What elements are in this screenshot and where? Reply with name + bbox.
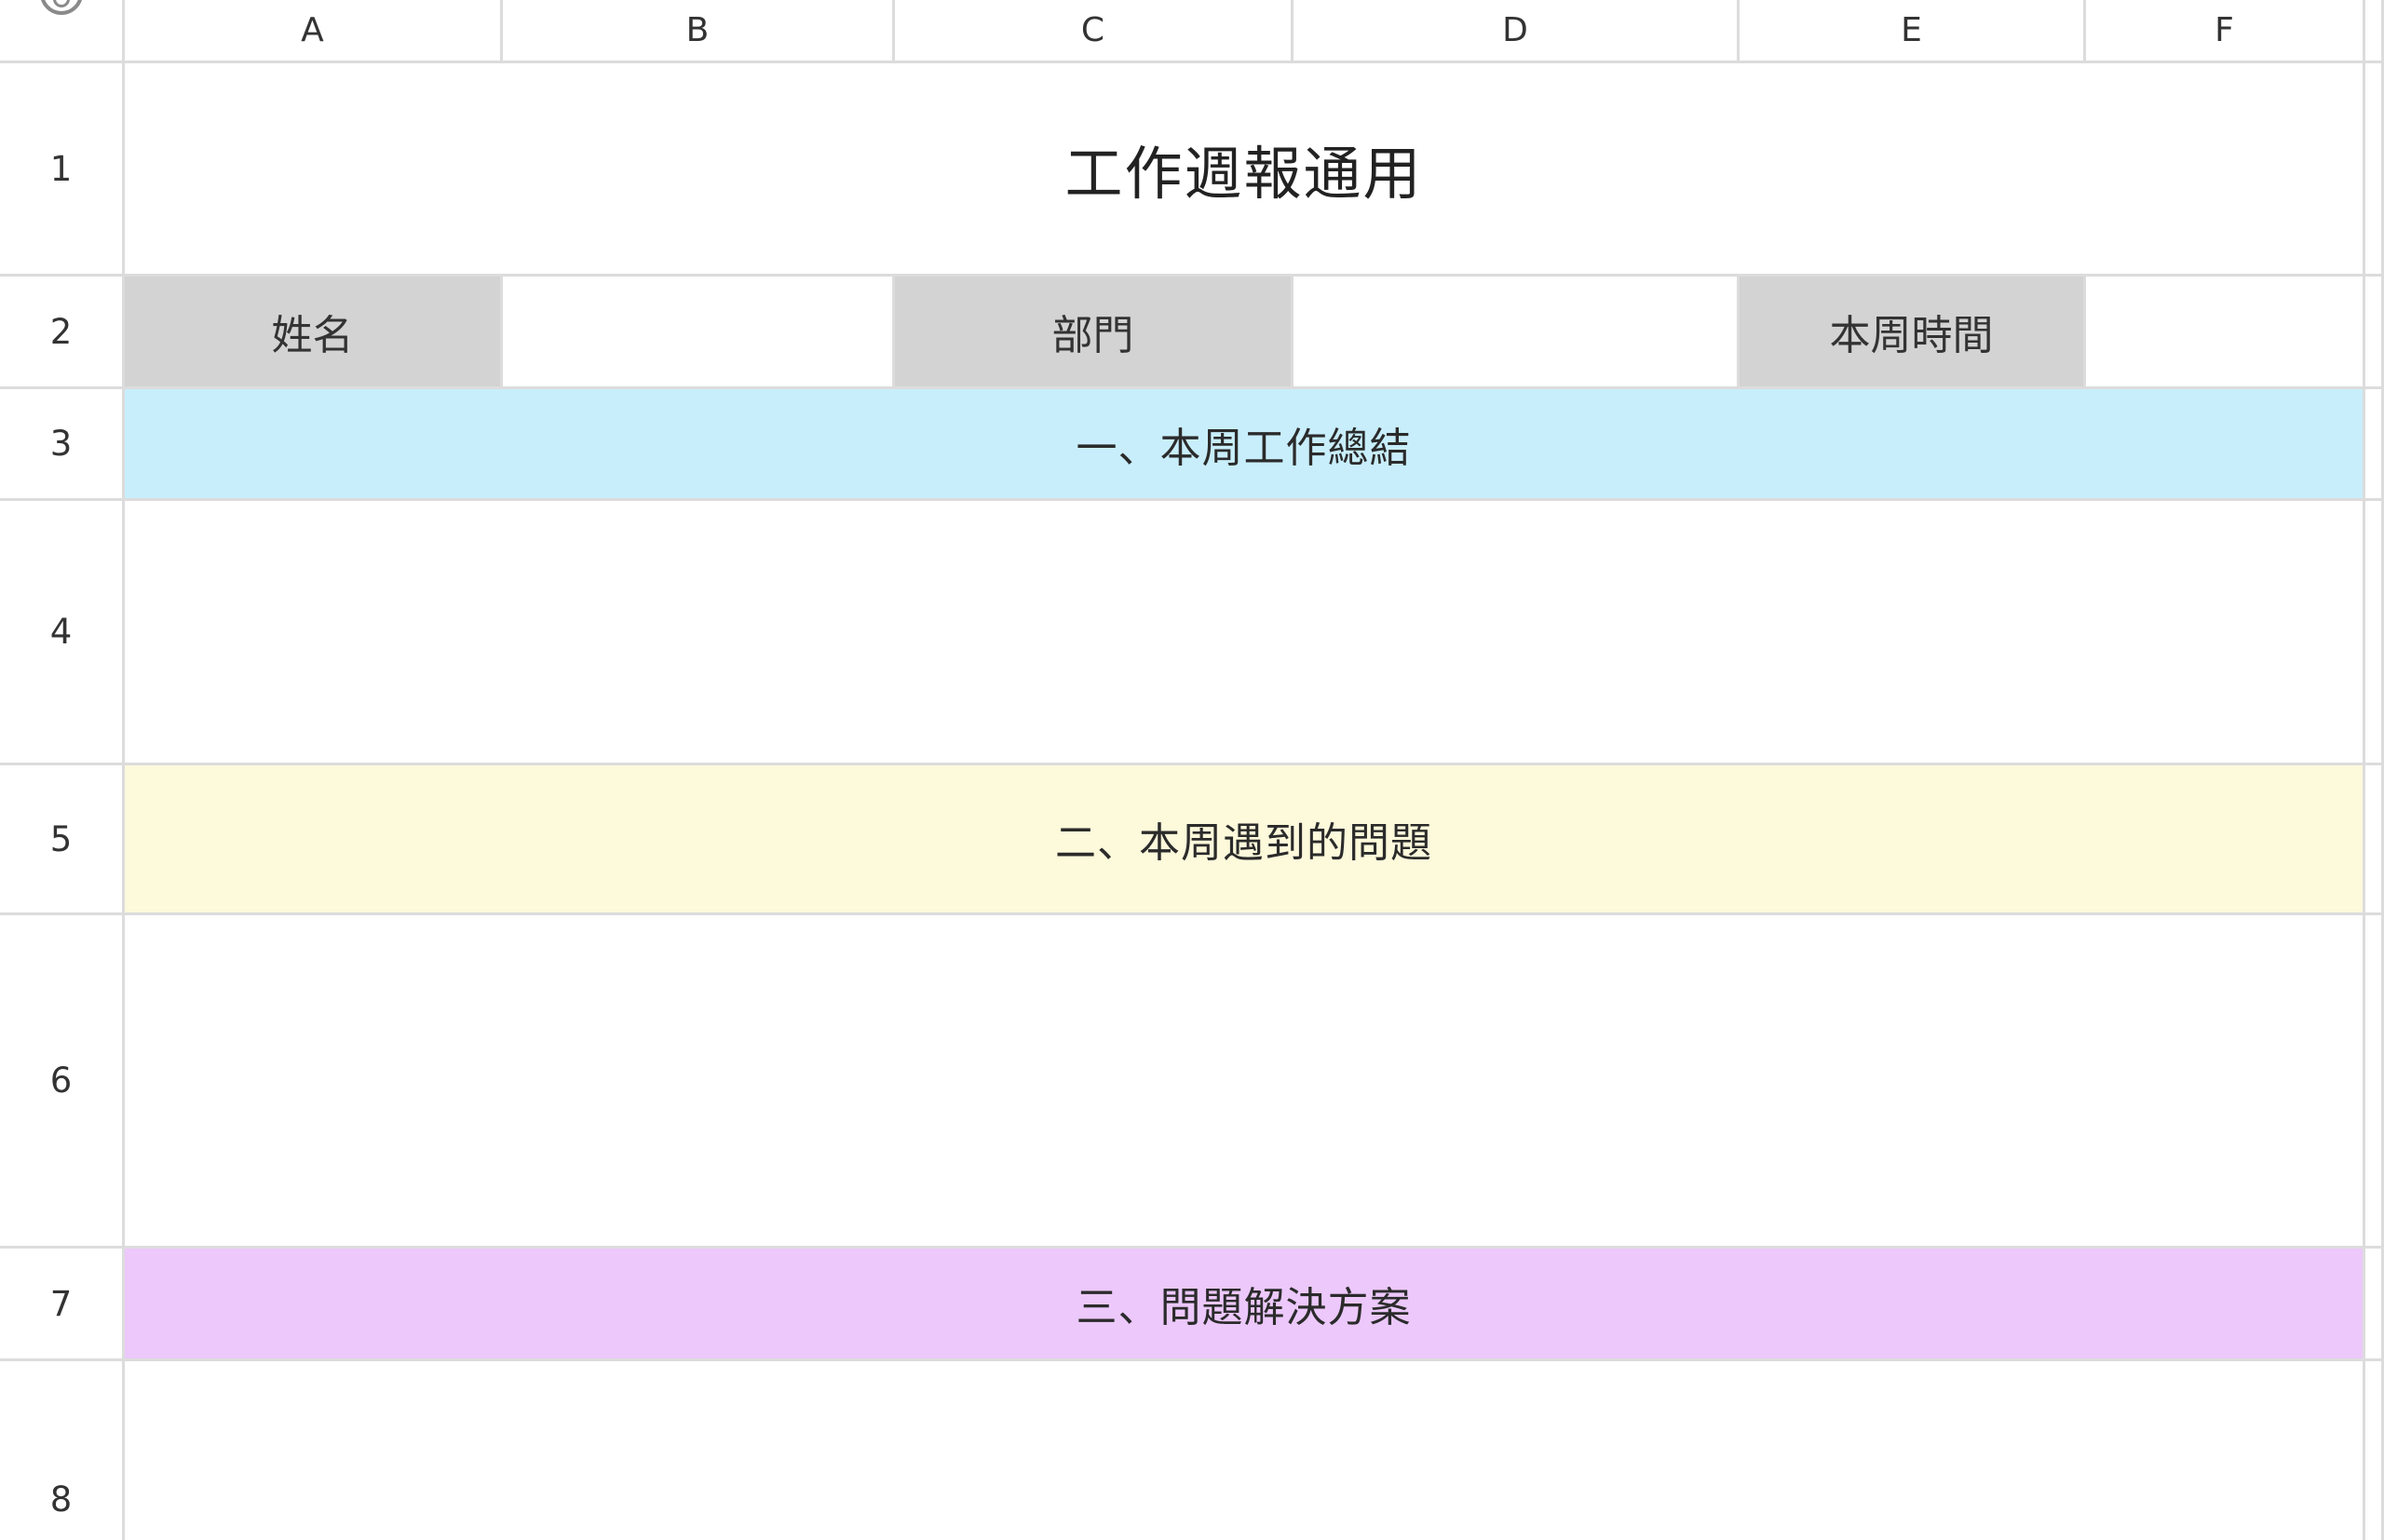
column-header-a[interactable]: A	[125, 0, 503, 63]
row-4-overflow	[2365, 501, 2384, 765]
row-7-overflow	[2365, 1249, 2384, 1361]
section-problems-cell[interactable]: 二、本周遇到的問題	[125, 765, 2365, 915]
column-header-e[interactable]: E	[1740, 0, 2086, 63]
section-solutions-cell[interactable]: 三、問題解決方案	[125, 1249, 2365, 1361]
row-header-4[interactable]: 4	[0, 501, 125, 765]
column-header-c[interactable]: C	[895, 0, 1294, 63]
spreadsheet-grid: A B C D E F 1 2 3 4 5 6 7 8 工作週報通用 姓名 部門…	[0, 0, 2384, 1540]
department-label: 部門	[1051, 312, 1134, 359]
row-3-overflow	[2365, 389, 2384, 501]
row-header-1[interactable]: 1	[0, 63, 125, 277]
department-value-cell[interactable]	[1294, 277, 1740, 389]
row-header-3[interactable]: 3	[0, 389, 125, 501]
row-header-8[interactable]: 8	[0, 1361, 125, 1540]
select-all-icon-inner	[52, 0, 70, 7]
section-solutions-label: 三、問題解決方案	[1076, 1284, 1412, 1331]
section-problems-label: 二、本周遇到的問題	[1055, 819, 1432, 867]
row-header-5[interactable]: 5	[0, 765, 125, 915]
week-label: 本周時間	[1829, 312, 1994, 359]
row-1-overflow	[2365, 63, 2384, 277]
row-6-overflow	[2365, 915, 2384, 1249]
row-header-6[interactable]: 6	[0, 915, 125, 1249]
report-title-cell[interactable]: 工作週報通用	[125, 63, 2365, 277]
name-label-cell[interactable]: 姓名	[125, 277, 503, 389]
section-summary-label: 一、本周工作總結	[1076, 424, 1412, 472]
report-title: 工作週報通用	[1064, 140, 1423, 208]
row-header-2[interactable]: 2	[0, 277, 125, 389]
column-header-overflow	[2365, 0, 2384, 63]
column-header-d[interactable]: D	[1294, 0, 1740, 63]
select-all-corner[interactable]	[0, 0, 125, 63]
solutions-content-cell[interactable]	[125, 1361, 2365, 1540]
column-header-b[interactable]: B	[503, 0, 895, 63]
row-header-7[interactable]: 7	[0, 1249, 125, 1361]
week-label-cell[interactable]: 本周時間	[1740, 277, 2086, 389]
summary-content-cell[interactable]	[125, 501, 2365, 765]
select-all-icon	[39, 0, 83, 15]
name-label: 姓名	[271, 312, 354, 359]
row-5-overflow	[2365, 765, 2384, 915]
week-value-cell[interactable]	[2086, 277, 2365, 389]
name-value-cell[interactable]	[503, 277, 895, 389]
column-header-f[interactable]: F	[2086, 0, 2365, 63]
section-summary-cell[interactable]: 一、本周工作總結	[125, 389, 2365, 501]
row-2-overflow	[2365, 277, 2384, 389]
row-8-overflow	[2365, 1361, 2384, 1540]
problems-content-cell[interactable]	[125, 915, 2365, 1249]
department-label-cell[interactable]: 部門	[895, 277, 1294, 389]
